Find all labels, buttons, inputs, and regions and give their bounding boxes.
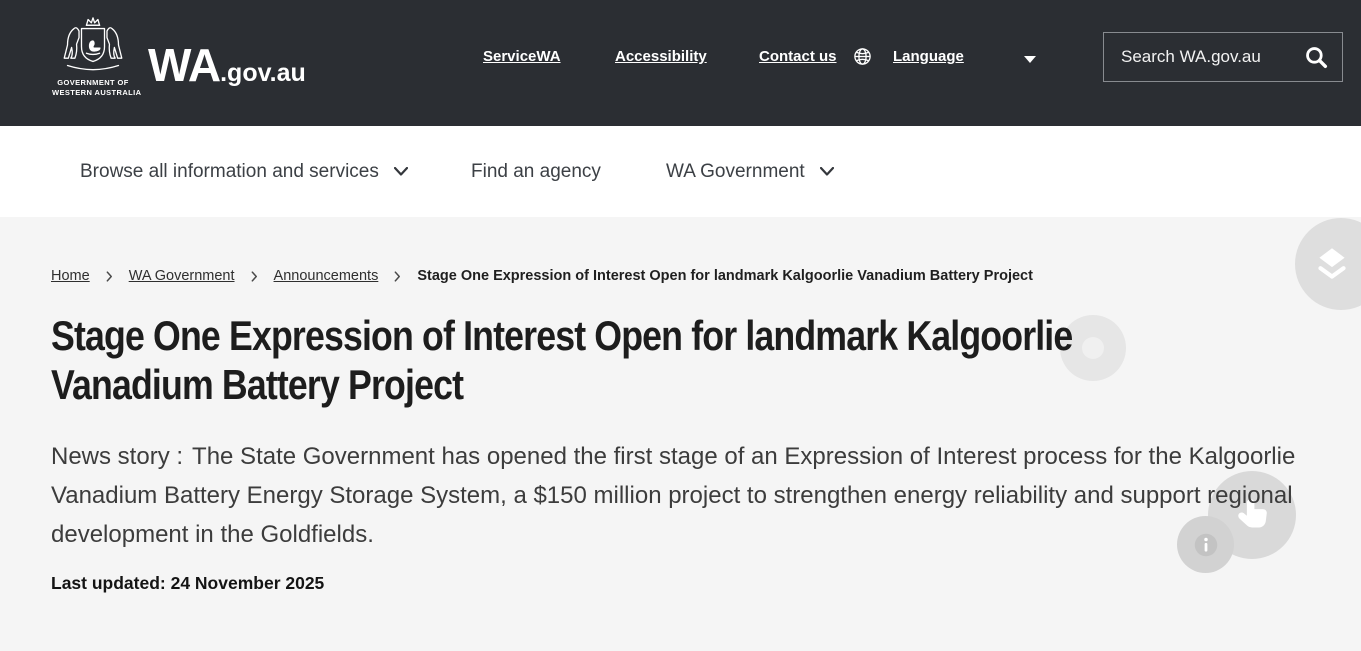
chevron-down-icon (394, 167, 408, 176)
search-input[interactable] (1104, 47, 1299, 67)
utility-link-accessibility[interactable]: Accessibility (615, 48, 707, 65)
nav-item-find-agency[interactable]: Find an agency (471, 126, 601, 217)
brand-main: WA (148, 39, 220, 91)
nav-item-label: Find an agency (471, 161, 601, 183)
utility-link-servicewa[interactable]: ServiceWA (483, 48, 561, 65)
breadcrumb-current-page: Stage One Expression of Interest Open fo… (417, 268, 1033, 284)
article-summary: News story :The State Government has ope… (51, 437, 1321, 554)
last-updated: Last updated: 24 November 2025 (51, 573, 324, 594)
utility-link-contact-us[interactable]: Contact us (759, 48, 837, 65)
nav-item-label: WA Government (666, 161, 805, 183)
breadcrumb-announcements[interactable]: Announcements (274, 268, 379, 284)
main-navigation: Browse all information and services Find… (0, 126, 1361, 217)
wa-coat-of-arms-icon (56, 14, 130, 76)
breadcrumb-home[interactable]: Home (51, 268, 90, 284)
nav-item-browse[interactable]: Browse all information and services (80, 126, 408, 217)
wa-gov-logo[interactable]: GOVERNMENT OF WESTERN AUSTRALIA WA.gov.a… (49, 10, 279, 116)
site-brand: WA.gov.au (148, 37, 306, 105)
widget-layers-button[interactable] (1295, 218, 1361, 310)
search-button[interactable] (1299, 44, 1342, 70)
chevron-down-icon (820, 167, 834, 176)
breadcrumb: Home WA Government Announcements Stage O… (51, 268, 1033, 284)
site-header: GOVERNMENT OF WESTERN AUSTRALIA WA.gov.a… (0, 0, 1361, 126)
language-link[interactable]: Language (893, 48, 964, 65)
wa-coat-of-arms: GOVERNMENT OF WESTERN AUSTRALIA (52, 14, 134, 98)
globe-icon (853, 47, 872, 71)
chevron-right-icon (106, 271, 113, 282)
nav-item-label: Browse all information and services (80, 161, 379, 183)
nav-item-wa-government[interactable]: WA Government (666, 126, 834, 217)
search-icon (1303, 44, 1329, 70)
layers-icon (1311, 243, 1353, 285)
brand-suffix: .gov.au (220, 59, 306, 87)
language-caret-down-icon[interactable] (1024, 56, 1036, 63)
chevron-right-icon (251, 271, 258, 282)
breadcrumb-wa-government[interactable]: WA Government (129, 268, 235, 284)
page-title: Stage One Expression of Interest Open fo… (51, 311, 1207, 409)
crest-caption-line1: GOVERNMENT OF (52, 78, 134, 88)
summary-prefix: News story : (51, 443, 183, 470)
summary-text: The State Government has opened the firs… (51, 443, 1295, 548)
search-box (1103, 32, 1343, 82)
chevron-right-icon (394, 271, 401, 282)
crest-caption-line2: WESTERN AUSTRALIA (52, 88, 134, 98)
